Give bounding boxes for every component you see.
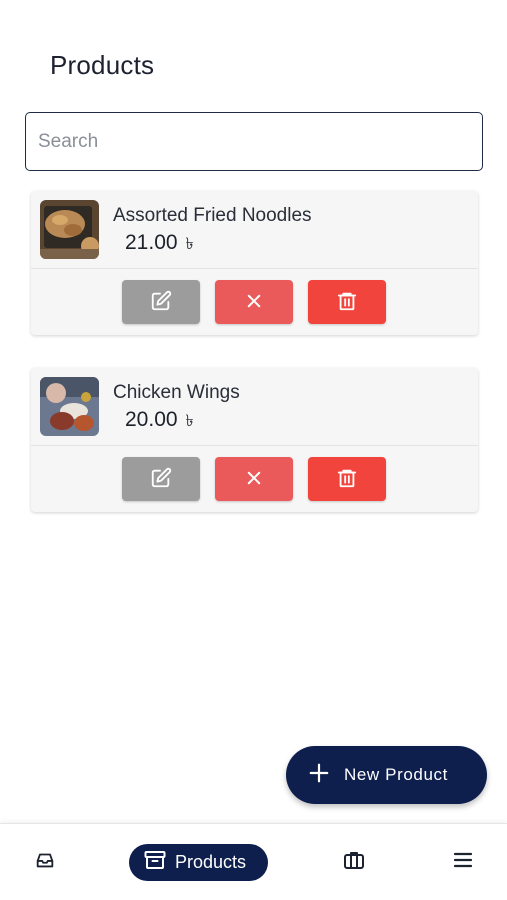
close-icon <box>245 292 263 313</box>
nav-products[interactable]: Products <box>129 844 269 881</box>
new-product-button[interactable]: New Product <box>286 746 487 804</box>
product-image <box>40 377 99 436</box>
nav-products-label: Products <box>175 852 247 872</box>
edit-icon <box>150 467 172 492</box>
nav-inbox[interactable] <box>28 844 62 881</box>
edit-button[interactable] <box>122 280 200 324</box>
product-name: Assorted Fried Noodles <box>113 205 312 226</box>
edit-button[interactable] <box>122 457 200 501</box>
product-card: Assorted Fried Noodles 21.00 ৳ <box>31 191 478 335</box>
cancel-button[interactable] <box>215 457 293 501</box>
cancel-button[interactable] <box>215 280 293 324</box>
product-info: Assorted Fried Noodles 21.00 ৳ <box>31 191 478 269</box>
product-image <box>40 200 99 259</box>
product-actions <box>122 457 386 501</box>
currency-symbol: ৳ <box>185 236 194 253</box>
product-card: Chicken Wings 20.00 ৳ <box>31 368 478 512</box>
trash-icon <box>336 290 358 315</box>
price-value: 20.00 <box>125 408 178 431</box>
product-actions <box>122 280 386 324</box>
trash-icon <box>336 467 358 492</box>
product-name: Chicken Wings <box>113 382 240 403</box>
currency-symbol: ৳ <box>185 413 194 430</box>
nav-briefcase[interactable] <box>337 844 371 881</box>
product-price: 20.00 ৳ <box>125 408 194 435</box>
search-input[interactable] <box>25 112 483 171</box>
menu-icon <box>451 848 475 877</box>
delete-button[interactable] <box>308 457 386 501</box>
briefcase-icon <box>342 848 366 877</box>
close-icon <box>245 469 263 490</box>
delete-button[interactable] <box>308 280 386 324</box>
product-price: 21.00 ৳ <box>125 231 194 258</box>
inbox-icon <box>34 849 56 876</box>
page-title: Products <box>50 50 155 80</box>
plus-icon <box>308 762 330 789</box>
price-value: 21.00 <box>125 231 178 254</box>
bottom-nav: Products <box>0 823 507 900</box>
archive-icon <box>143 848 167 877</box>
product-info: Chicken Wings 20.00 ৳ <box>31 368 478 446</box>
nav-menu[interactable] <box>446 844 480 881</box>
edit-icon <box>150 290 172 315</box>
new-product-label: New Product <box>344 765 448 784</box>
